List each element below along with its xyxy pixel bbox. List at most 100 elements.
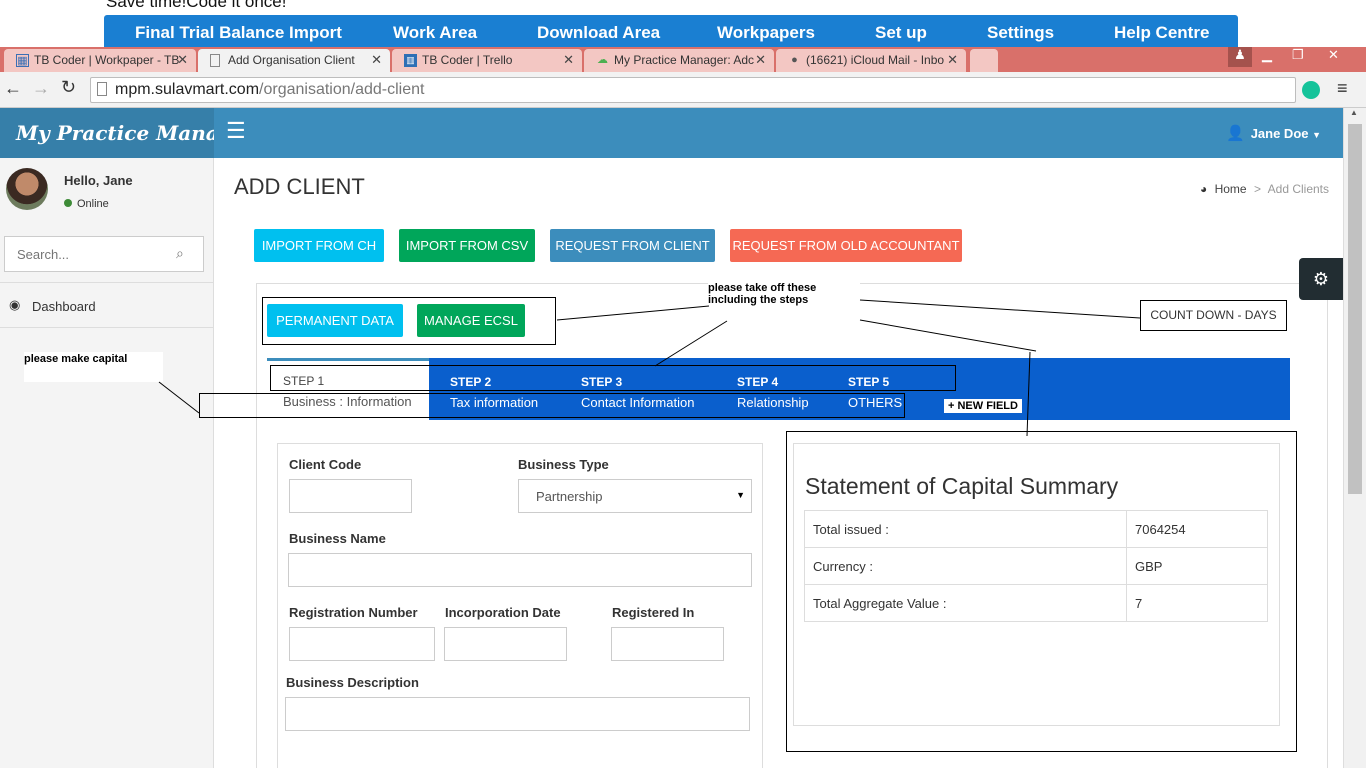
close-icon[interactable]: ✕ <box>755 52 766 68</box>
manage-ecsl-button[interactable]: MANAGE ECSL <box>417 304 525 337</box>
row-value: GBP <box>1126 547 1268 585</box>
new-field-button[interactable]: + NEW FIELD <box>944 399 1022 413</box>
registration-number-input[interactable] <box>289 627 435 661</box>
sidebar-item-dashboard[interactable]: ◉ Dashboard <box>0 282 214 328</box>
row-value: 7 <box>1126 584 1268 622</box>
business-name-label: Business Name <box>289 531 386 546</box>
table-row: Currency : GBP <box>804 547 1268 585</box>
business-type-select[interactable]: Partnership ▼ <box>518 479 752 513</box>
annotation-make-capital: please make capital <box>24 352 163 382</box>
capital-summary-title: Statement of Capital Summary <box>805 473 1119 499</box>
user-icon: 👤 <box>1226 125 1245 142</box>
browser-tab-icloud[interactable]: ● (16621) iCloud Mail - Inbo ✕ <box>776 49 966 72</box>
business-name-input[interactable] <box>288 553 752 587</box>
browser-tab-workpaper[interactable]: ▦ TB Coder | Workpaper - TB ✕ <box>4 49 196 72</box>
search-icon[interactable]: ⌕ <box>176 245 184 262</box>
caret-down-icon: ▼ <box>736 490 745 500</box>
home-icon: ◕ <box>1200 182 1208 196</box>
business-description-input[interactable] <box>285 697 750 731</box>
brand-logo[interactable]: My Practice Manager <box>0 108 256 158</box>
step-3-label: STEP 3 <box>581 375 623 389</box>
step-2-name[interactable]: Tax information <box>450 395 538 410</box>
nav-work-area[interactable]: Work Area <box>393 23 477 43</box>
page-icon <box>97 82 107 96</box>
nav-settings[interactable]: Settings <box>987 23 1054 43</box>
business-description-label: Business Description <box>286 675 419 690</box>
hamburger-icon[interactable]: ☰ <box>226 120 246 142</box>
registered-in-input[interactable] <box>611 627 724 661</box>
import-from-ch-button[interactable]: IMPORT FROM CH <box>254 229 384 262</box>
step-2-label: STEP 2 <box>450 375 492 389</box>
grammarly-icon[interactable] <box>1302 81 1320 99</box>
row-label: Currency : <box>804 547 1127 585</box>
scroll-up-icon[interactable]: ▲ <box>1350 108 1358 117</box>
incorporation-date-input[interactable] <box>444 627 567 661</box>
url-input[interactable]: mpm.sulavmart.com/organisation/add-clien… <box>90 77 1296 103</box>
reload-icon[interactable]: ↻ <box>61 77 76 98</box>
business-type-value: Partnership <box>536 489 603 504</box>
row-label: Total Aggregate Value : <box>804 584 1127 622</box>
step-5-name[interactable]: OTHERS <box>848 395 902 410</box>
tab-label: My Practice Manager: Adc <box>614 53 755 67</box>
request-from-old-accountant-button[interactable]: REQUEST FROM OLD ACCOUNTANT <box>730 229 962 262</box>
user-profile-icon[interactable]: ♟ <box>1228 47 1252 67</box>
tab-label: (16621) iCloud Mail - Inbo <box>806 53 945 67</box>
breadcrumb-home[interactable]: Home <box>1215 182 1247 196</box>
close-icon[interactable]: ✕ <box>563 52 574 68</box>
client-code-label: Client Code <box>289 457 362 472</box>
menu-icon[interactable]: ≡ <box>1337 78 1348 99</box>
nav-help-centre[interactable]: Help Centre <box>1114 23 1209 43</box>
client-code-input[interactable] <box>289 479 412 513</box>
gear-icon[interactable]: ⚙ <box>1299 258 1343 300</box>
cloud-icon: ☁ <box>597 54 608 66</box>
new-tab-button[interactable] <box>970 49 998 72</box>
nav-download-area[interactable]: Download Area <box>537 23 660 43</box>
forward-icon[interactable]: → <box>32 78 50 99</box>
sidebar: Hello, Jane Online ⌕ ◉ Dashboard please … <box>0 158 214 768</box>
tab-label: Add Organisation Client <box>228 53 355 67</box>
greeting: Hello, Jane <box>64 173 133 188</box>
back-icon[interactable]: ← <box>4 78 22 99</box>
maximize-icon[interactable]: ❐ <box>1292 47 1304 63</box>
import-from-csv-button[interactable]: IMPORT FROM CSV <box>399 229 535 262</box>
permanent-data-button[interactable]: PERMANENT DATA <box>267 304 403 337</box>
incorporation-date-label: Incorporation Date <box>445 605 561 620</box>
app-header: ☰ 👤 Jane Doe ▼ <box>214 108 1343 158</box>
nav-final-trial-balance-import[interactable]: Final Trial Balance Import <box>135 23 342 43</box>
caret-down-icon: ▼ <box>1312 130 1322 140</box>
page-scrollbar[interactable]: ▲ <box>1343 108 1366 768</box>
url-path: /organisation/add-client <box>259 81 425 98</box>
step-4-name[interactable]: Relationship <box>737 395 809 410</box>
nav-workpapers[interactable]: Workpapers <box>717 23 815 43</box>
browser-tab-trello[interactable]: ▥ TB Coder | Trello ✕ <box>392 49 582 72</box>
scrollbar-thumb[interactable] <box>1348 124 1362 494</box>
user-menu[interactable]: 👤 Jane Doe ▼ <box>1226 124 1321 142</box>
trello-icon: ▥ <box>404 54 417 67</box>
avatar <box>6 168 48 210</box>
sidebar-item-label: Dashboard <box>32 299 96 314</box>
table-row: Total Aggregate Value :7 <box>804 584 1268 622</box>
browser-tab-practice-manager[interactable]: ☁ My Practice Manager: Adc ✕ <box>584 49 774 72</box>
user-name: Jane Doe <box>1250 126 1309 141</box>
close-icon[interactable]: ✕ <box>947 52 958 68</box>
annotation-take-off: please take off these including the step… <box>708 281 860 319</box>
browser-tab-add-client[interactable]: Add Organisation Client ✕ <box>198 49 390 72</box>
close-icon[interactable]: ✕ <box>177 52 188 68</box>
status-text: Online <box>77 198 109 210</box>
registered-in-label: Registered In <box>612 605 695 620</box>
request-from-client-button[interactable]: REQUEST FROM CLIENT <box>550 229 715 262</box>
search-input[interactable] <box>4 236 204 272</box>
close-window-icon[interactable]: ✕ <box>1328 47 1339 63</box>
nav-set-up[interactable]: Set up <box>875 23 927 43</box>
slogan-text: Save time!Code it once! <box>106 0 287 11</box>
minimize-icon[interactable]: ▁ <box>1262 47 1272 63</box>
breadcrumb: ◕ Home > Add Clients <box>1200 182 1329 196</box>
tab-label: TB Coder | Workpaper - TB <box>34 53 180 67</box>
countdown-days-box: COUNT DOWN - DAYS <box>1140 300 1287 331</box>
table-row: Total issued :7064254 <box>804 510 1268 548</box>
breadcrumb-current: Add Clients <box>1267 182 1330 196</box>
step-1-name: Business : Information <box>283 394 412 409</box>
close-icon[interactable]: ✕ <box>371 52 382 68</box>
top-nav-bar: Final Trial Balance Import Work Area Dow… <box>104 15 1238 47</box>
step-3-name[interactable]: Contact Information <box>581 395 694 410</box>
